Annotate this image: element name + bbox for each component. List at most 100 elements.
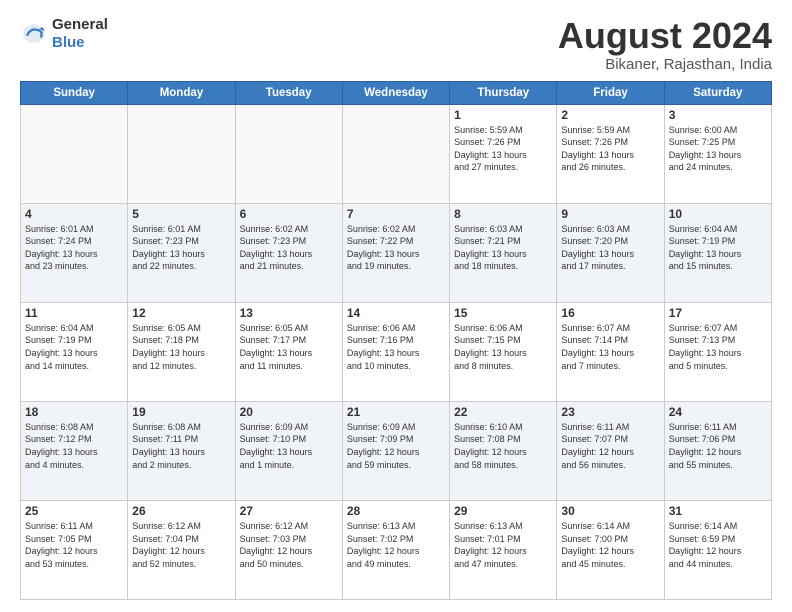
cell-info: Sunrise: 6:14 AM Sunset: 7:00 PM Dayligh… <box>561 520 659 570</box>
col-monday: Monday <box>128 81 235 104</box>
col-friday: Friday <box>557 81 664 104</box>
page: General Blue August 2024 Bikaner, Rajast… <box>0 0 792 612</box>
table-row: 12Sunrise: 6:05 AM Sunset: 7:18 PM Dayli… <box>128 302 235 401</box>
day-number: 20 <box>240 405 338 419</box>
day-number: 1 <box>454 108 552 122</box>
cell-info: Sunrise: 6:05 AM Sunset: 7:18 PM Dayligh… <box>132 322 230 372</box>
day-number: 8 <box>454 207 552 221</box>
cell-info: Sunrise: 6:11 AM Sunset: 7:06 PM Dayligh… <box>669 421 767 471</box>
day-number: 29 <box>454 504 552 518</box>
cell-info: Sunrise: 6:13 AM Sunset: 7:02 PM Dayligh… <box>347 520 445 570</box>
week-row-2: 4 Sunrise: 6:01 AM Sunset: 7:24 PM Daylig… <box>21 203 772 302</box>
table-row: 19 Sunrise: 6:08 AM Sunset: 7:11 PM Dayli… <box>128 401 235 500</box>
day-number: 5 <box>132 207 230 221</box>
cell-info: Sunrise: 6:09 AM Sunset: 7:09 PM Dayligh… <box>347 421 445 471</box>
table-row: 10 Sunrise: 6:04 AM Sunset: 7:19 PM Dayli… <box>664 203 771 302</box>
cell-info: Sunrise: 6:14 AM Sunset: 6:59 PM Dayligh… <box>669 520 767 570</box>
day-number: 21 <box>347 405 445 419</box>
day-number: 18 <box>25 405 123 419</box>
cell-info: Sunrise: 6:00 AM Sunset: 7:25 PM Dayligh… <box>669 124 767 174</box>
day-number: 2 <box>561 108 659 122</box>
table-row: 13Sunrise: 6:05 AM Sunset: 7:17 PM Dayli… <box>235 302 342 401</box>
cell-info: Sunrise: 6:02 AM Sunset: 7:22 PM Dayligh… <box>347 223 445 273</box>
logo-general: General <box>52 16 108 33</box>
table-row <box>235 104 342 203</box>
day-number: 9 <box>561 207 659 221</box>
cell-info: Sunrise: 6:03 AM Sunset: 7:20 PM Dayligh… <box>561 223 659 273</box>
table-row: 30 Sunrise: 6:14 AM Sunset: 7:00 PM Dayli… <box>557 500 664 599</box>
day-number: 7 <box>347 207 445 221</box>
cell-info: Sunrise: 6:12 AM Sunset: 7:04 PM Dayligh… <box>132 520 230 570</box>
day-number: 16 <box>561 306 659 320</box>
table-row: 24 Sunrise: 6:11 AM Sunset: 7:06 PM Dayli… <box>664 401 771 500</box>
col-saturday: Saturday <box>664 81 771 104</box>
day-number: 30 <box>561 504 659 518</box>
table-row: 1 Sunrise: 5:59 AM Sunset: 7:26 PM Daylig… <box>450 104 557 203</box>
cell-info: Sunrise: 6:05 AM Sunset: 7:17 PM Dayligh… <box>240 322 338 372</box>
logo: General Blue <box>20 16 108 52</box>
day-number: 31 <box>669 504 767 518</box>
location: Bikaner, Rajasthan, India <box>558 56 772 73</box>
cell-info: Sunrise: 6:12 AM Sunset: 7:03 PM Dayligh… <box>240 520 338 570</box>
cell-info: Sunrise: 6:06 AM Sunset: 7:16 PM Dayligh… <box>347 322 445 372</box>
table-row: 25Sunrise: 6:11 AM Sunset: 7:05 PM Dayli… <box>21 500 128 599</box>
col-wednesday: Wednesday <box>342 81 449 104</box>
table-row: 17Sunrise: 6:07 AM Sunset: 7:13 PM Dayli… <box>664 302 771 401</box>
table-row: 20 Sunrise: 6:09 AM Sunset: 7:10 PM Dayli… <box>235 401 342 500</box>
day-number: 15 <box>454 306 552 320</box>
title-block: August 2024 Bikaner, Rajasthan, India <box>558 16 772 73</box>
day-number: 28 <box>347 504 445 518</box>
day-number: 22 <box>454 405 552 419</box>
col-tuesday: Tuesday <box>235 81 342 104</box>
table-row: 29Sunrise: 6:13 AM Sunset: 7:01 PM Dayli… <box>450 500 557 599</box>
cell-info: Sunrise: 6:04 AM Sunset: 7:19 PM Dayligh… <box>669 223 767 273</box>
cell-info: Sunrise: 5:59 AM Sunset: 7:26 PM Dayligh… <box>454 124 552 174</box>
table-row: 23Sunrise: 6:11 AM Sunset: 7:07 PM Dayli… <box>557 401 664 500</box>
cell-info: Sunrise: 6:03 AM Sunset: 7:21 PM Dayligh… <box>454 223 552 273</box>
cell-info: Sunrise: 6:08 AM Sunset: 7:11 PM Dayligh… <box>132 421 230 471</box>
table-row: 11Sunrise: 6:04 AM Sunset: 7:19 PM Dayli… <box>21 302 128 401</box>
cell-info: Sunrise: 6:08 AM Sunset: 7:12 PM Dayligh… <box>25 421 123 471</box>
table-row: 2 Sunrise: 5:59 AM Sunset: 7:26 PM Daylig… <box>557 104 664 203</box>
cell-info: Sunrise: 6:06 AM Sunset: 7:15 PM Dayligh… <box>454 322 552 372</box>
day-number: 19 <box>132 405 230 419</box>
day-number: 6 <box>240 207 338 221</box>
header: General Blue August 2024 Bikaner, Rajast… <box>20 16 772 73</box>
week-row-5: 25Sunrise: 6:11 AM Sunset: 7:05 PM Dayli… <box>21 500 772 599</box>
cell-info: Sunrise: 6:01 AM Sunset: 7:24 PM Dayligh… <box>25 223 123 273</box>
month-year: August 2024 <box>558 16 772 56</box>
day-number: 4 <box>25 207 123 221</box>
day-number: 25 <box>25 504 123 518</box>
table-row: 28 Sunrise: 6:13 AM Sunset: 7:02 PM Dayli… <box>342 500 449 599</box>
day-number: 10 <box>669 207 767 221</box>
cell-info: Sunrise: 5:59 AM Sunset: 7:26 PM Dayligh… <box>561 124 659 174</box>
calendar-header-row: Sunday Monday Tuesday Wednesday Thursday… <box>21 81 772 104</box>
table-row: 22Sunrise: 6:10 AM Sunset: 7:08 PM Dayli… <box>450 401 557 500</box>
cell-info: Sunrise: 6:09 AM Sunset: 7:10 PM Dayligh… <box>240 421 338 471</box>
logo-icon <box>20 20 48 48</box>
week-row-3: 11Sunrise: 6:04 AM Sunset: 7:19 PM Dayli… <box>21 302 772 401</box>
logo-text: General Blue <box>52 16 108 52</box>
col-sunday: Sunday <box>21 81 128 104</box>
table-row: 4 Sunrise: 6:01 AM Sunset: 7:24 PM Daylig… <box>21 203 128 302</box>
day-number: 27 <box>240 504 338 518</box>
day-number: 24 <box>669 405 767 419</box>
table-row: 5Sunrise: 6:01 AM Sunset: 7:23 PM Daylig… <box>128 203 235 302</box>
table-row: 26Sunrise: 6:12 AM Sunset: 7:04 PM Dayli… <box>128 500 235 599</box>
table-row <box>21 104 128 203</box>
table-row: 21 Sunrise: 6:09 AM Sunset: 7:09 PM Dayli… <box>342 401 449 500</box>
table-row <box>342 104 449 203</box>
table-row: 9 Sunrise: 6:03 AM Sunset: 7:20 PM Daylig… <box>557 203 664 302</box>
cell-info: Sunrise: 6:02 AM Sunset: 7:23 PM Dayligh… <box>240 223 338 273</box>
table-row: 16 Sunrise: 6:07 AM Sunset: 7:14 PM Dayli… <box>557 302 664 401</box>
table-row: 6 Sunrise: 6:02 AM Sunset: 7:23 PM Daylig… <box>235 203 342 302</box>
logo-blue: Blue <box>52 34 85 51</box>
table-row: 27 Sunrise: 6:12 AM Sunset: 7:03 PM Dayli… <box>235 500 342 599</box>
table-row: 3Sunrise: 6:00 AM Sunset: 7:25 PM Daylig… <box>664 104 771 203</box>
table-row: 8 Sunrise: 6:03 AM Sunset: 7:21 PM Daylig… <box>450 203 557 302</box>
cell-info: Sunrise: 6:07 AM Sunset: 7:13 PM Dayligh… <box>669 322 767 372</box>
day-number: 23 <box>561 405 659 419</box>
cell-info: Sunrise: 6:07 AM Sunset: 7:14 PM Dayligh… <box>561 322 659 372</box>
table-row: 7 Sunrise: 6:02 AM Sunset: 7:22 PM Daylig… <box>342 203 449 302</box>
calendar-table: Sunday Monday Tuesday Wednesday Thursday… <box>20 81 772 600</box>
